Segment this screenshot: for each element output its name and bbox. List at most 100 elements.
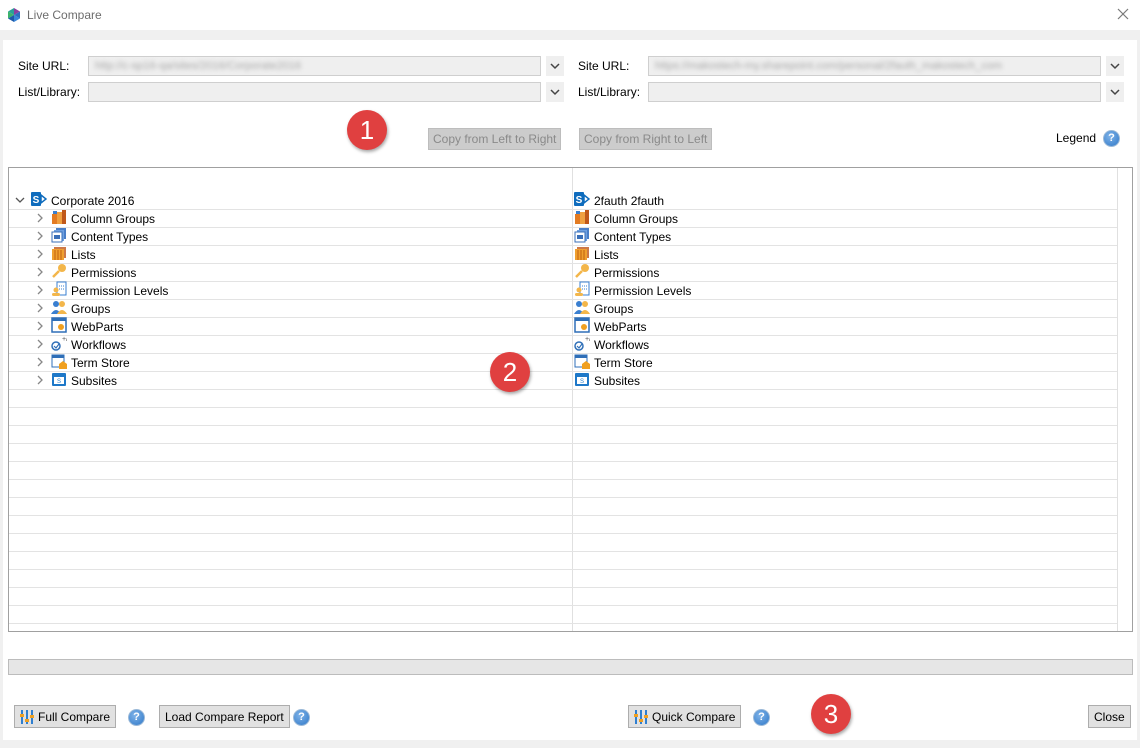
webparts-icon <box>574 317 594 336</box>
left-tree-item[interactable]: Content Types <box>35 228 148 245</box>
full-compare-label: Full Compare <box>38 709 111 724</box>
left-site-url-label: Site URL: <box>18 59 70 73</box>
left-tree-item[interactable]: Permissions <box>35 264 136 281</box>
right-tree-item[interactable]: Content Types <box>574 228 671 245</box>
quick-compare-help-icon[interactable]: ? <box>753 709 770 726</box>
chevron-down-icon <box>1110 89 1120 96</box>
step-badge-3: 3 <box>811 694 851 734</box>
right-tree-item[interactable]: Permissions <box>574 264 659 281</box>
left-list-dropdown[interactable] <box>546 82 564 102</box>
empty-row <box>9 516 1117 534</box>
permission-levels-icon <box>51 281 71 300</box>
left-site-url-input[interactable]: http://c-sp16-qa/sites/2016/Corporate201… <box>88 56 541 76</box>
close-icon[interactable] <box>1114 5 1132 23</box>
content-types-icon <box>51 227 71 246</box>
right-list-dropdown[interactable] <box>1106 82 1124 102</box>
empty-row <box>9 570 1117 588</box>
empty-row <box>9 408 1117 426</box>
chevron-down-icon <box>550 89 560 96</box>
load-compare-report-button[interactable]: Load Compare Report <box>159 705 290 728</box>
right-tree-item[interactable]: Column Groups <box>574 210 678 227</box>
chevron-right-icon[interactable] <box>35 230 45 244</box>
groups-icon <box>51 299 71 318</box>
term-store-icon <box>574 353 594 372</box>
full-compare-button[interactable]: Full Compare <box>14 705 117 728</box>
compare-sliders-icon <box>20 709 34 724</box>
tree-row: Lists Lists <box>9 246 1117 264</box>
tree-row: +/- Workflows +/- Workflows <box>9 336 1117 354</box>
right-tree-item-label: Permission Levels <box>594 283 692 298</box>
legend-label[interactable]: Legend <box>1056 131 1096 145</box>
tree-row: Permission Levels Permission Levels <box>9 281 1117 300</box>
right-list-input[interactable] <box>648 82 1101 102</box>
quick-compare-button[interactable]: Quick Compare <box>628 705 742 728</box>
chevron-right-icon[interactable] <box>35 266 45 280</box>
chevron-down-icon <box>550 63 560 70</box>
empty-row <box>9 624 1117 631</box>
right-tree-item[interactable]: Term Store <box>574 354 653 371</box>
right-tree-item[interactable]: Permission Levels <box>574 281 692 300</box>
empty-row <box>9 498 1117 516</box>
right-tree-root[interactable]: S 2fauth 2fauth <box>574 192 664 209</box>
right-site-url-dropdown[interactable] <box>1106 56 1124 76</box>
left-tree-item[interactable]: Term Store <box>35 354 130 371</box>
app-logo-icon <box>8 8 20 22</box>
svg-text:S: S <box>576 195 583 206</box>
left-tree-item-label: Content Types <box>71 229 149 244</box>
copy-left-to-right-button[interactable]: Copy from Left to Right <box>428 128 562 150</box>
left-tree-item-label: Permission Levels <box>71 283 169 298</box>
right-tree-item[interactable]: +/- Workflows <box>574 336 649 353</box>
chevron-right-icon[interactable] <box>35 284 45 298</box>
chevron-right-icon[interactable] <box>35 248 45 262</box>
chevron-right-icon[interactable] <box>35 338 45 352</box>
left-tree-item[interactable]: Groups <box>35 300 110 317</box>
chevron-right-icon[interactable] <box>35 374 45 388</box>
right-tree-item[interactable]: S Subsites <box>574 372 640 389</box>
sharepoint-icon: S <box>31 191 51 210</box>
chevron-right-icon[interactable] <box>35 356 45 370</box>
close-button[interactable]: Close <box>1088 705 1131 728</box>
copy-right-to-left-button[interactable]: Copy from Right to Left <box>579 128 713 150</box>
key-icon <box>51 263 71 282</box>
step-badge-2: 2 <box>490 352 530 392</box>
lists-icon <box>574 245 594 264</box>
left-tree-root[interactable]: S Corporate 2016 <box>15 192 134 209</box>
permission-levels-icon <box>574 281 594 300</box>
right-site-url-input[interactable]: https://makostech-my.sharepoint.com/pers… <box>648 56 1101 76</box>
left-list-input[interactable] <box>88 82 541 102</box>
chevron-down-icon <box>1110 63 1120 70</box>
chevron-down-icon[interactable] <box>15 194 25 208</box>
left-root-label: Corporate 2016 <box>51 193 135 208</box>
key-icon <box>574 263 594 282</box>
legend-help-icon[interactable]: ? <box>1103 130 1120 147</box>
left-site-url-value: http://c-sp16-qa/sites/2016/Corporate201… <box>95 60 302 72</box>
left-site-url-dropdown[interactable] <box>546 56 564 76</box>
left-tree-item[interactable]: Lists <box>35 246 96 263</box>
left-tree-item[interactable]: +/- Workflows <box>35 336 126 353</box>
full-compare-help-icon[interactable]: ? <box>128 709 145 726</box>
tree-row: Column Groups Column Groups <box>9 210 1117 228</box>
svg-text:S: S <box>33 195 40 206</box>
compare-tree-grid: S Corporate 2016 S 2fauth 2fauth Column Grou… <box>8 167 1133 632</box>
window-title: Live Compare <box>27 8 102 22</box>
workflows-icon: +/- <box>574 335 594 354</box>
load-report-help-icon[interactable]: ? <box>293 709 310 726</box>
tree-row: Groups Groups <box>9 300 1117 318</box>
right-tree-item[interactable]: Lists <box>574 246 619 263</box>
empty-row <box>9 552 1117 570</box>
right-tree-item[interactable]: Groups <box>574 300 633 317</box>
chevron-right-icon[interactable] <box>35 320 45 334</box>
left-tree-item-label: Permissions <box>71 265 137 280</box>
chevron-right-icon[interactable] <box>35 212 45 226</box>
svg-text:S: S <box>580 379 584 385</box>
tree-row: Permissions Permissions <box>9 264 1117 282</box>
left-tree-item[interactable]: WebParts <box>35 317 123 335</box>
left-tree-item[interactable]: Column Groups <box>35 210 155 227</box>
left-tree-item[interactable]: S Subsites <box>35 372 117 389</box>
empty-row <box>9 390 1117 408</box>
left-tree-item[interactable]: Permission Levels <box>35 281 169 300</box>
chevron-right-icon[interactable] <box>35 302 45 316</box>
right-tree-item-label: Term Store <box>594 355 653 370</box>
right-tree-item[interactable]: WebParts <box>574 317 646 336</box>
svg-text:+/-: +/- <box>62 336 67 343</box>
